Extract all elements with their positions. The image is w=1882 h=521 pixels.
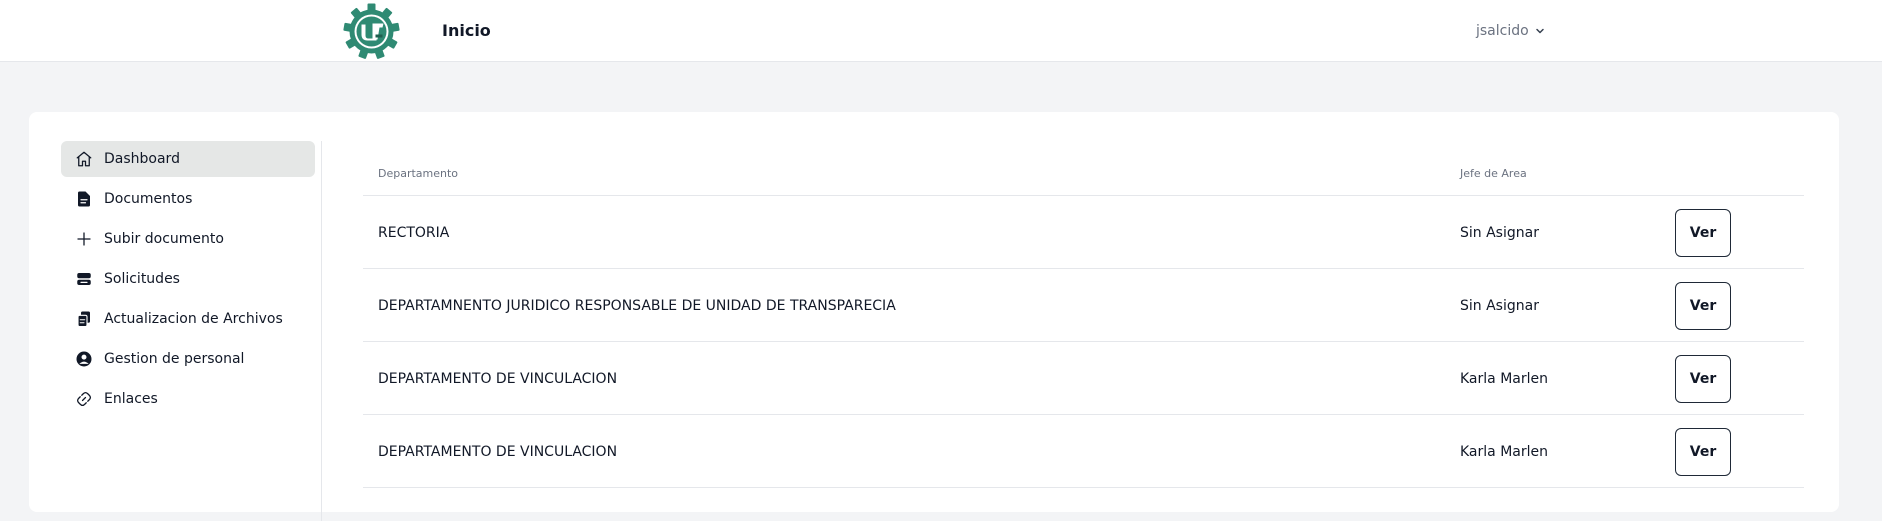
sidebar-item-label: Gestion de personal	[104, 351, 245, 367]
sidebar-item-label: Subir documento	[104, 231, 224, 247]
sidebar-item-label: Enlaces	[104, 391, 158, 407]
ver-button[interactable]: Ver	[1675, 281, 1731, 330]
main-card: Dashboard Documentos Subir documento Sol…	[29, 112, 1839, 521]
sidebar-item-label: Actualizacion de Archivos	[104, 311, 283, 327]
cell-action: Ver	[1675, 415, 1731, 488]
top-navbar: Inicio jsalcido	[0, 0, 1882, 62]
cell-jefe-area: Sin Asignar	[1460, 297, 1539, 314]
page-title: Inicio	[442, 21, 491, 40]
sidebar-item-enlaces[interactable]: Enlaces	[61, 381, 315, 417]
sidebar-item-label: Dashboard	[104, 151, 180, 167]
table-header: Departamento Jefe de Area	[363, 141, 1804, 196]
ver-button[interactable]: Ver	[1675, 354, 1731, 403]
departments-table: Departamento Jefe de Area RECTORIA Sin A…	[363, 141, 1804, 488]
chevron-down-icon	[1535, 26, 1545, 36]
table-row: RECTORIA Sin Asignar Ver	[363, 196, 1804, 269]
header-departamento: Departamento	[378, 167, 459, 180]
link-icon	[75, 390, 93, 408]
plus-icon	[75, 230, 93, 248]
table-row: DEPARTAMENTO DE VINCULACION Karla Marlen…	[363, 342, 1804, 415]
cell-action: Ver	[1675, 196, 1731, 269]
document-icon	[75, 190, 93, 208]
header-jefe-area: Jefe de Area	[1460, 167, 1527, 180]
username-label: jsalcido	[1476, 23, 1529, 39]
sidebar-item-label: Solicitudes	[104, 271, 180, 287]
sidebar-nav: Dashboard Documentos Subir documento Sol…	[61, 141, 322, 521]
sidebar-item-actualizacion-archivos[interactable]: Actualizacion de Archivos	[61, 301, 315, 337]
ver-button[interactable]: Ver	[1675, 208, 1731, 257]
copy-documents-icon	[75, 310, 93, 328]
home-icon	[75, 150, 93, 168]
cell-action: Ver	[1675, 269, 1731, 342]
cell-departamento: RECTORIA	[378, 224, 450, 241]
sidebar-item-subir-documento[interactable]: Subir documento	[61, 221, 315, 257]
sidebar-item-dashboard[interactable]: Dashboard	[61, 141, 315, 177]
cell-jefe-area: Sin Asignar	[1460, 224, 1539, 241]
cell-jefe-area: Karla Marlen	[1460, 443, 1548, 460]
sidebar-item-gestion-personal[interactable]: Gestion de personal	[61, 341, 315, 377]
cell-departamento: DEPARTAMENTO DE VINCULACION	[378, 370, 618, 387]
table-row: DEPARTAMENTO DE VINCULACION Karla Marlen…	[363, 415, 1804, 488]
cell-jefe-area: Karla Marlen	[1460, 370, 1548, 387]
sidebar-item-label: Documentos	[104, 191, 193, 207]
cell-action: Ver	[1675, 342, 1731, 415]
gear-logo-icon[interactable]	[343, 3, 400, 60]
cell-departamento: DEPARTAMENTO DE VINCULACION	[378, 443, 618, 460]
table-row: DEPARTAMNENTO JURIDICO RESPONSABLE DE UN…	[363, 269, 1804, 342]
cell-departamento: DEPARTAMNENTO JURIDICO RESPONSABLE DE UN…	[378, 297, 896, 314]
ver-button[interactable]: Ver	[1675, 427, 1731, 476]
sidebar-item-solicitudes[interactable]: Solicitudes	[61, 261, 315, 297]
user-menu-dropdown[interactable]: jsalcido	[1476, 20, 1545, 42]
inbox-stack-icon	[75, 270, 93, 288]
sidebar-item-documentos[interactable]: Documentos	[61, 181, 315, 217]
user-circle-icon	[75, 350, 93, 368]
